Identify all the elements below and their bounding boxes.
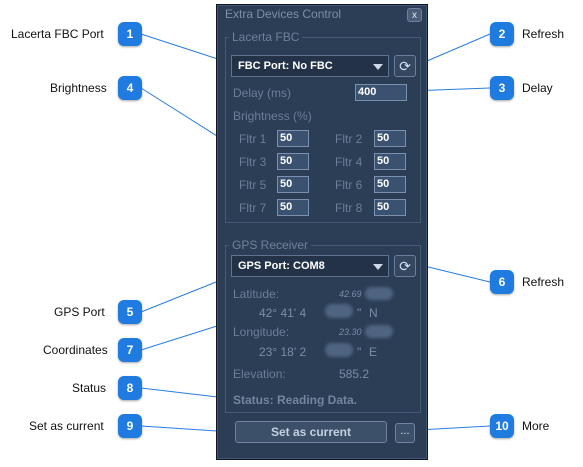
window-title: Extra Devices Control (225, 7, 342, 21)
latitude-dms-blur (325, 304, 353, 318)
callout-badge-3: 3 (490, 76, 514, 100)
elevation-value: 585.2 (339, 367, 370, 381)
callout-label-7: Coordinates (43, 343, 108, 357)
brightness-label: Brightness (%) (233, 109, 312, 123)
filter-3-input[interactable]: 50 (277, 153, 309, 170)
filter-6-label: Fltr 6 (335, 178, 363, 192)
latitude-label: Latitude: (233, 287, 280, 301)
refresh-icon: ⟳ (399, 58, 411, 74)
callout-badge-7: 7 (118, 338, 142, 362)
longitude-dms: 23° 18' 2 (259, 345, 307, 359)
title-bar[interactable]: Extra Devices Control x (217, 5, 427, 25)
filter-6-input[interactable]: 50 (374, 176, 406, 193)
filter-5-input[interactable]: 50 (277, 176, 309, 193)
callout-label-4: Brightness (50, 81, 107, 95)
filter-2-label: Fltr 2 (335, 132, 363, 146)
more-button[interactable]: ... (395, 423, 415, 443)
filter-2-input[interactable]: 50 (374, 130, 406, 147)
callout-badge-1: 1 (118, 22, 142, 46)
elevation-label: Elevation: (233, 367, 286, 381)
status-text: Status: Reading Data. (233, 393, 358, 407)
gps-port-dropdown[interactable]: GPS Port: COM8 (231, 255, 389, 277)
filter-4-input[interactable]: 50 (374, 153, 406, 170)
latitude-decimal: 42.69 (339, 289, 362, 299)
filter-7-input[interactable]: 50 (277, 199, 309, 216)
callout-badge-10: 10 (490, 414, 514, 438)
latitude-sec-mark: " (357, 306, 362, 320)
fbc-refresh-button[interactable]: ⟳ (394, 55, 416, 77)
fbc-port-dropdown[interactable]: FBC Port: No FBC (231, 55, 389, 77)
lacerta-fbc-title: Lacerta FBC (229, 30, 303, 44)
callout-label-6: Refresh (522, 275, 565, 289)
callout-badge-5: 5 (118, 300, 142, 324)
filter-1-input[interactable]: 50 (277, 130, 309, 147)
callout-label-5: GPS Port (54, 305, 105, 319)
callout-badge-6: 6 (490, 270, 514, 294)
longitude-label: Longitude: (233, 325, 290, 339)
filter-5-label: Fltr 5 (239, 178, 267, 192)
longitude-sec-mark: " (357, 345, 362, 359)
extra-devices-panel: Extra Devices Control x Lacerta FBC FBC … (216, 4, 428, 460)
chevron-down-icon (373, 264, 383, 270)
filter-8-label: Fltr 8 (335, 201, 363, 215)
callout-label-9: Set as current (29, 419, 104, 433)
set-as-current-button[interactable]: Set as current (235, 421, 387, 443)
latitude-dms: 42° 41' 4 (259, 306, 307, 320)
filter-8-input[interactable]: 50 (374, 199, 406, 216)
callout-badge-4: 4 (118, 76, 142, 100)
callout-label-8: Status (72, 381, 107, 395)
filter-1-label: Fltr 1 (239, 132, 267, 146)
gps-refresh-button[interactable]: ⟳ (394, 255, 416, 277)
fbc-port-value: FBC Port: No FBC (238, 60, 333, 72)
delay-input[interactable]: 400 (355, 84, 407, 101)
gps-receiver-title: GPS Receiver (229, 238, 312, 252)
callout-badge-9: 9 (118, 414, 142, 438)
latitude-hemisphere: N (369, 306, 378, 320)
latitude-blur (365, 287, 393, 300)
callout-label-1: Lacerta FBC Port (11, 27, 104, 41)
filter-4-label: Fltr 4 (335, 155, 363, 169)
longitude-dms-blur (325, 343, 353, 357)
callout-badge-2: 2 (490, 22, 514, 46)
filter-3-label: Fltr 3 (239, 155, 267, 169)
callout-badge-8: 8 (118, 376, 142, 400)
longitude-decimal: 23.30 (339, 327, 362, 337)
delay-label: Delay (ms) (233, 86, 292, 100)
refresh-icon: ⟳ (399, 258, 411, 274)
filter-7-label: Fltr 7 (239, 201, 267, 215)
longitude-hemisphere: E (369, 345, 378, 359)
close-button[interactable]: x (407, 8, 422, 22)
callout-label-10: More (522, 419, 550, 433)
gps-port-value: GPS Port: COM8 (238, 260, 325, 272)
longitude-blur (365, 325, 393, 338)
callout-label-3: Delay (522, 81, 553, 95)
callout-label-2: Refresh (522, 27, 565, 41)
chevron-down-icon (373, 64, 383, 70)
